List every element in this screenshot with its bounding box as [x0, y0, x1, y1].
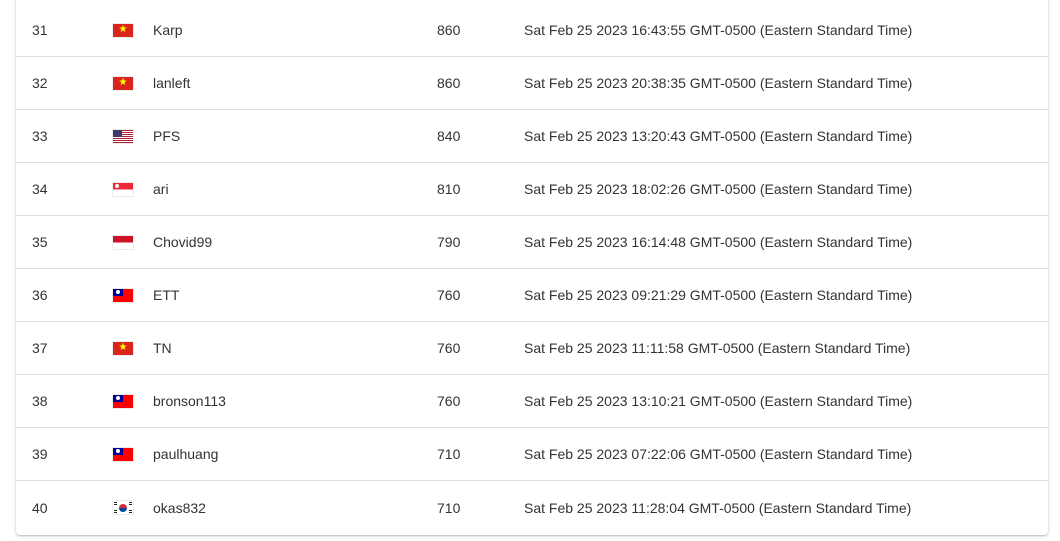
- taiwan-flag-icon: [113, 288, 133, 302]
- table-row: 38 bronson113 760 Sat Feb 25 2023 13:10:…: [16, 375, 1048, 428]
- rank-cell: 32: [32, 75, 48, 91]
- indonesia-flag-icon: [113, 235, 133, 249]
- table-row: 36 ETT 760 Sat Feb 25 2023 09:21:29 GMT-…: [16, 269, 1048, 322]
- team-name[interactable]: bronson113: [153, 375, 226, 427]
- table-row: 31 Karp 860 Sat Feb 25 2023 16:43:55 GMT…: [16, 4, 1048, 57]
- table-row: 33 PFS 840 Sat Feb 25 2023 13:20:43 GMT-…: [16, 110, 1048, 163]
- score-cell: 710: [437, 499, 461, 516]
- solve-time-cell: Sat Feb 25 2023 09:21:29 GMT-0500 (Easte…: [524, 287, 913, 303]
- table-row: 40 okas832 710 Sat Feb 25 2023 11:28:04 …: [16, 481, 1048, 534]
- table-row: 35 Chovid99 790 Sat Feb 25 2023 16:14:48…: [16, 216, 1048, 269]
- team-name[interactable]: TN: [153, 322, 172, 374]
- rank-cell: 38: [32, 393, 48, 409]
- rank-cell: 35: [32, 234, 48, 250]
- team-name[interactable]: Chovid99: [153, 216, 212, 268]
- rank-cell: 39: [32, 446, 48, 462]
- team-name[interactable]: okas832: [153, 481, 206, 534]
- team-name[interactable]: ari: [153, 163, 169, 215]
- solve-time-cell: Sat Feb 25 2023 16:14:48 GMT-0500 (Easte…: [524, 234, 913, 250]
- taiwan-flag-icon: [113, 394, 133, 408]
- table-row: 34 ari 810 Sat Feb 25 2023 18:02:26 GMT-…: [16, 163, 1048, 216]
- vietnam-flag-icon: [113, 341, 133, 355]
- rank-cell: 34: [32, 181, 48, 197]
- solve-time-cell: Sat Feb 25 2023 13:20:43 GMT-0500 (Easte…: [524, 128, 913, 144]
- team-name[interactable]: paulhuang: [153, 428, 218, 480]
- rank-cell: 33: [32, 128, 48, 144]
- score-cell: 710: [437, 446, 461, 462]
- rank-cell: 37: [32, 340, 48, 356]
- usa-flag-icon: [113, 129, 133, 143]
- solve-time-cell: Sat Feb 25 2023 11:28:04 GMT-0500 (Easte…: [524, 499, 912, 516]
- singapore-flag-icon: [113, 182, 133, 196]
- rank-cell: 36: [32, 287, 48, 303]
- taiwan-flag-icon: [113, 447, 133, 461]
- team-name[interactable]: PFS: [153, 110, 180, 162]
- solve-time-cell: Sat Feb 25 2023 07:22:06 GMT-0500 (Easte…: [524, 446, 913, 462]
- score-cell: 860: [437, 22, 461, 38]
- rank-cell: 40: [32, 499, 48, 516]
- solve-time-cell: Sat Feb 25 2023 18:02:26 GMT-0500 (Easte…: [524, 181, 913, 197]
- solve-time-cell: Sat Feb 25 2023 16:43:55 GMT-0500 (Easte…: [524, 22, 913, 38]
- table-row: 39 paulhuang 710 Sat Feb 25 2023 07:22:0…: [16, 428, 1048, 481]
- scoreboard-rows: 31 Karp 860 Sat Feb 25 2023 16:43:55 GMT…: [16, 4, 1048, 534]
- table-row: 37 TN 760 Sat Feb 25 2023 11:11:58 GMT-0…: [16, 322, 1048, 375]
- score-cell: 790: [437, 234, 461, 250]
- south-korea-flag-icon: [113, 501, 133, 514]
- vietnam-flag-icon: [113, 23, 133, 37]
- vietnam-flag-icon: [113, 76, 133, 90]
- table-row: 32 lanleft 860 Sat Feb 25 2023 20:38:35 …: [16, 57, 1048, 110]
- score-cell: 840: [437, 128, 461, 144]
- solve-time-cell: Sat Feb 25 2023 13:10:21 GMT-0500 (Easte…: [524, 393, 913, 409]
- solve-time-cell: Sat Feb 25 2023 11:11:58 GMT-0500 (Easte…: [524, 340, 911, 356]
- team-name[interactable]: lanleft: [153, 57, 190, 109]
- team-name[interactable]: ETT: [153, 269, 179, 321]
- score-cell: 760: [437, 340, 461, 356]
- score-cell: 860: [437, 75, 461, 91]
- scoreboard-table: 31 Karp 860 Sat Feb 25 2023 16:43:55 GMT…: [16, 0, 1048, 535]
- score-cell: 760: [437, 393, 461, 409]
- score-cell: 760: [437, 287, 461, 303]
- score-cell: 810: [437, 181, 461, 197]
- solve-time-cell: Sat Feb 25 2023 20:38:35 GMT-0500 (Easte…: [524, 75, 913, 91]
- rank-cell: 31: [32, 22, 48, 38]
- team-name[interactable]: Karp: [153, 4, 183, 56]
